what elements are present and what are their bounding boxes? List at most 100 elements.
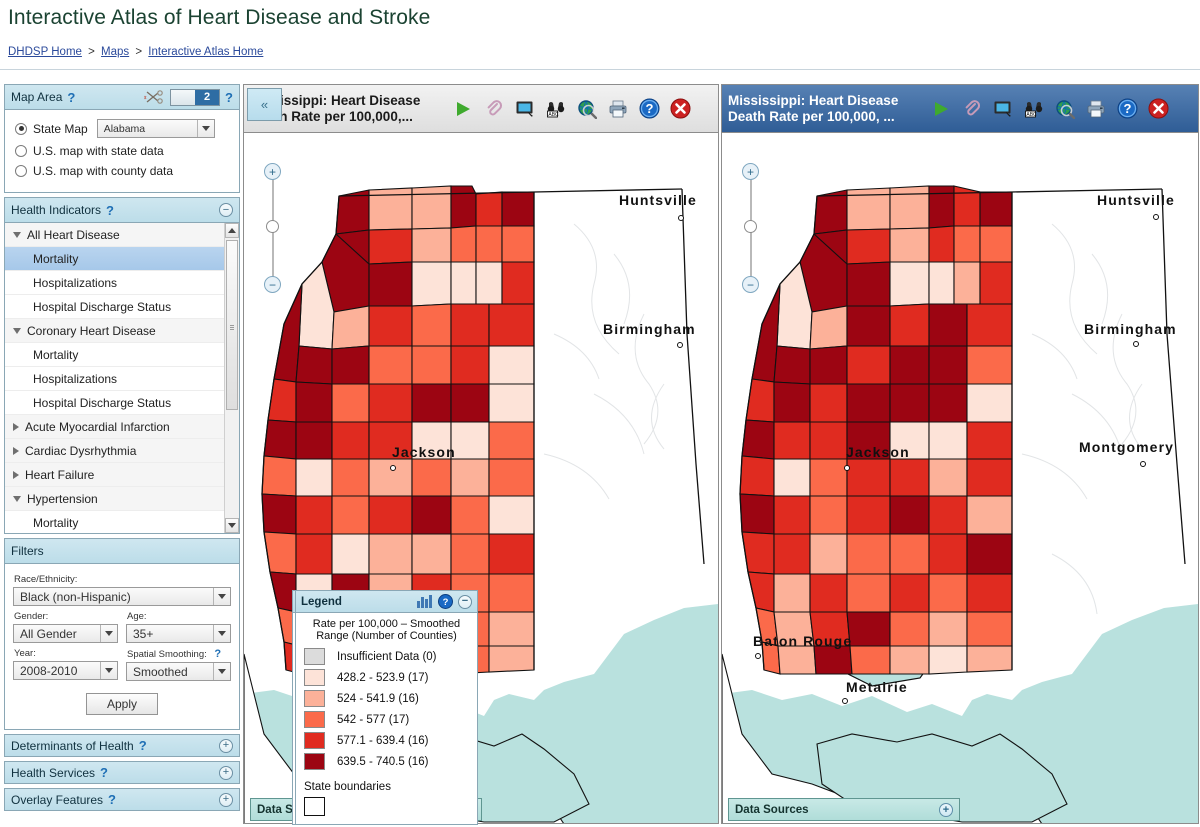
play-icon[interactable] (451, 97, 475, 121)
health-indicator-group[interactable]: Acute Myocardial Infarction (5, 415, 224, 439)
map-area-option-us-county-data[interactable]: U.S. map with county data (15, 164, 231, 178)
overlay-features-panel[interactable]: Overlay Features ? + (4, 788, 240, 811)
health-indicator-group[interactable]: Coronary Heart Disease (5, 319, 224, 343)
map-area-option-us-state-data[interactable]: U.S. map with state data (15, 144, 231, 158)
year-select-chevron-down-icon[interactable] (100, 662, 117, 679)
scroll-thumb[interactable] (226, 240, 238, 410)
scissors-icon[interactable] (144, 89, 164, 105)
data-sources-expand-icon-right[interactable]: + (939, 802, 953, 817)
year-select[interactable]: 2008-2010 (13, 661, 118, 680)
smoothing-select-chevron-down-icon[interactable] (213, 663, 230, 680)
health-indicators-help-icon[interactable]: ? (106, 203, 114, 218)
state-boundaries-checkbox[interactable] (304, 797, 325, 816)
scroll-up-button[interactable] (225, 223, 239, 238)
globe-zoom-icon[interactable] (1053, 97, 1077, 121)
health-indicator-item[interactable]: Mortality (5, 247, 224, 271)
close-icon[interactable] (668, 97, 692, 121)
scroll-down-button[interactable] (225, 518, 239, 533)
city-marker-dot (677, 342, 683, 348)
help-icon[interactable]: ? (1115, 97, 1139, 121)
binoculars-identify-icon[interactable]: ABC (1022, 97, 1046, 121)
age-select-chevron-down-icon[interactable] (213, 625, 230, 642)
play-icon[interactable] (929, 97, 953, 121)
legend-collapse-icon[interactable]: − (458, 594, 472, 609)
close-icon[interactable] (1146, 97, 1170, 121)
race-select[interactable]: Black (non-Hispanic) (13, 587, 231, 606)
breadcrumb-link-interactive-atlas-home[interactable]: Interactive Atlas Home (148, 46, 263, 58)
map-canvas-right[interactable] (722, 134, 1198, 823)
legend-help-icon[interactable]: ? (438, 594, 453, 609)
view-count-help-icon[interactable]: ? (225, 90, 233, 105)
radio-state-map[interactable] (15, 122, 27, 135)
chevron-right-icon[interactable] (13, 446, 19, 455)
zoom-out-button-right[interactable]: − (742, 276, 759, 293)
map-toolbar-right: ABC? (929, 97, 1170, 121)
zoom-slider-thumb-right[interactable] (744, 220, 757, 233)
apply-button[interactable]: Apply (86, 693, 158, 715)
health-indicator-item[interactable]: Mortality (5, 511, 224, 533)
health-services-expand-icon[interactable]: + (219, 765, 233, 780)
state-select[interactable]: Alabama (96, 119, 215, 138)
health-indicator-item[interactable]: Mortality (5, 343, 224, 367)
determinants-of-health-expand-icon[interactable]: + (219, 738, 233, 753)
health-indicator-group[interactable]: All Heart Disease (5, 223, 224, 247)
health-indicator-item[interactable]: Hospitalizations (5, 271, 224, 295)
data-sources-bar-right[interactable]: Data Sources + (728, 798, 960, 821)
help-icon[interactable]: ? (637, 97, 661, 121)
map-area-option-state-map-label: State Map (33, 121, 88, 136)
smoothing-help-icon[interactable]: ? (214, 648, 221, 660)
determinants-of-health-help-icon[interactable]: ? (139, 738, 147, 753)
binoculars-identify-icon[interactable]: ABC (544, 97, 568, 121)
health-indicator-group[interactable]: Hypertension (5, 487, 224, 511)
zoom-slider-thumb-left[interactable] (266, 220, 279, 233)
gender-select[interactable]: All Gender (13, 624, 118, 643)
zoom-control-left[interactable]: + − (263, 163, 283, 293)
collapse-panel-button-left[interactable]: « (247, 88, 282, 121)
map-area-option-state-map[interactable]: State Map Alabama (15, 119, 231, 138)
zoom-control-right[interactable]: + − (741, 163, 761, 293)
overlay-features-help-icon[interactable]: ? (108, 792, 116, 807)
race-select-chevron-down-icon[interactable] (213, 588, 230, 605)
health-services-help-icon[interactable]: ? (100, 765, 108, 780)
view-count-option-2[interactable]: 2 (195, 89, 220, 105)
chevron-down-icon[interactable] (13, 327, 21, 334)
radio-us-state-data[interactable] (15, 145, 27, 157)
chevron-down-icon[interactable] (13, 495, 21, 502)
health-services-label: Health Services (11, 765, 96, 780)
health-services-panel[interactable]: Health Services ? + (4, 761, 240, 784)
paperclip-icon[interactable] (960, 97, 984, 121)
health-indicator-item[interactable]: Hospital Discharge Status (5, 295, 224, 319)
health-indicators-scrollbar[interactable] (224, 223, 239, 533)
gender-select-chevron-down-icon[interactable] (100, 625, 117, 642)
breadcrumb-link-maps[interactable]: Maps (101, 46, 129, 58)
printer-icon[interactable] (1084, 97, 1108, 121)
chevron-right-icon[interactable] (13, 422, 19, 431)
map-svg-right[interactable] (722, 134, 1198, 823)
breadcrumb-link-dhdsp-home[interactable]: DHDSP Home (8, 46, 82, 58)
zoom-out-button-left[interactable]: − (264, 276, 281, 293)
bar-chart-icon[interactable] (416, 594, 433, 609)
smoothing-select[interactable]: Smoothed (126, 662, 231, 681)
radio-us-county-data[interactable] (15, 165, 27, 177)
zoom-in-button-right[interactable]: + (742, 163, 759, 180)
age-select[interactable]: 35+ (126, 624, 231, 643)
health-indicator-group[interactable]: Cardiac Dysrhythmia (5, 439, 224, 463)
map-area-help-icon[interactable]: ? (67, 90, 75, 105)
screen-capture-icon[interactable] (991, 97, 1015, 121)
health-indicator-item[interactable]: Hospital Discharge Status (5, 391, 224, 415)
globe-zoom-icon[interactable] (575, 97, 599, 121)
health-indicators-collapse-icon[interactable]: − (219, 203, 233, 217)
health-indicator-group[interactable]: Heart Failure (5, 463, 224, 487)
chevron-down-icon[interactable] (13, 231, 21, 238)
state-select-chevron-down-icon[interactable] (196, 120, 214, 137)
paperclip-icon[interactable] (482, 97, 506, 121)
chevron-right-icon[interactable] (13, 470, 19, 479)
printer-icon[interactable] (606, 97, 630, 121)
overlay-features-expand-icon[interactable]: + (219, 792, 233, 807)
determinants-of-health-panel[interactable]: Determinants of Health ? + (4, 734, 240, 757)
screen-capture-icon[interactable] (513, 97, 537, 121)
view-count-option-1[interactable] (171, 89, 196, 105)
health-indicator-item[interactable]: Hospitalizations (5, 367, 224, 391)
zoom-in-button-left[interactable]: + (264, 163, 281, 180)
view-count-toggle[interactable]: 2 (170, 88, 221, 106)
